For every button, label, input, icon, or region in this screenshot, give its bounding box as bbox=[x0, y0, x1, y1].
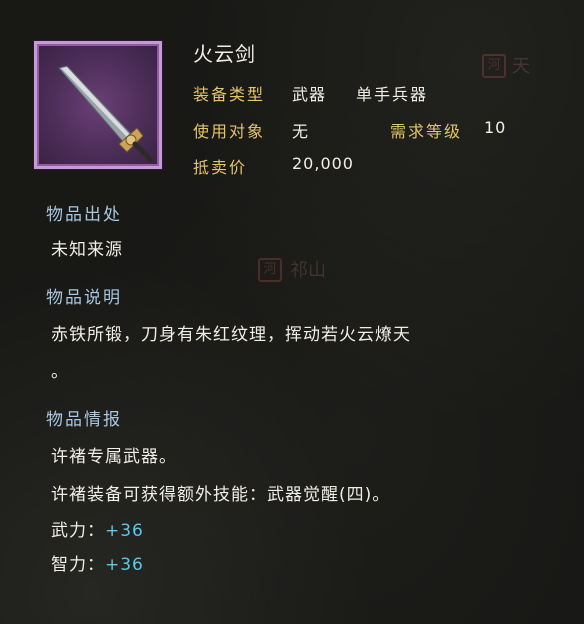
info-line-1: 许褚专属武器。 bbox=[51, 447, 177, 467]
map-place-label-2: 祁山 bbox=[290, 260, 326, 281]
stat-strength-label: 武力： bbox=[51, 521, 105, 541]
origin-text: 未知来源 bbox=[51, 240, 123, 260]
map-seal-marker-2: 河 bbox=[258, 258, 282, 282]
price-label: 抵卖价 bbox=[193, 158, 248, 177]
item-icon-frame bbox=[34, 41, 162, 169]
description-line-2: 。 bbox=[51, 362, 69, 382]
level-value: 10 bbox=[484, 118, 507, 137]
map-place-label: 天 bbox=[512, 56, 530, 77]
description-line-1: 赤铁所锻，刀身有朱红纹理，挥动若火云燎天 bbox=[51, 325, 411, 345]
origin-heading: 物品出处 bbox=[46, 205, 122, 225]
stat-intelligence-label: 智力： bbox=[51, 555, 105, 575]
type-label: 装备类型 bbox=[193, 85, 266, 104]
stat-strength-value: +36 bbox=[105, 521, 144, 541]
info-heading: 物品情报 bbox=[46, 410, 122, 430]
item-name: 火云剑 bbox=[193, 42, 256, 66]
target-label: 使用对象 bbox=[193, 122, 266, 141]
target-value: 无 bbox=[292, 122, 310, 141]
stat-row-strength: 武力：+36 bbox=[51, 516, 144, 541]
stat-row-intelligence: 智力：+36 bbox=[51, 550, 144, 575]
description-heading: 物品说明 bbox=[46, 288, 122, 308]
sword-icon bbox=[58, 65, 154, 163]
level-label: 需求等级 bbox=[390, 122, 463, 141]
stat-intelligence-value: +36 bbox=[105, 555, 144, 575]
price-value: 20,000 bbox=[292, 154, 354, 173]
subtype-value: 单手兵器 bbox=[356, 85, 429, 104]
map-seal-marker: 河 bbox=[482, 54, 506, 78]
type-value: 武器 bbox=[292, 85, 327, 104]
info-line-2: 许褚装备可获得额外技能：武器觉醒(四)。 bbox=[51, 485, 391, 505]
